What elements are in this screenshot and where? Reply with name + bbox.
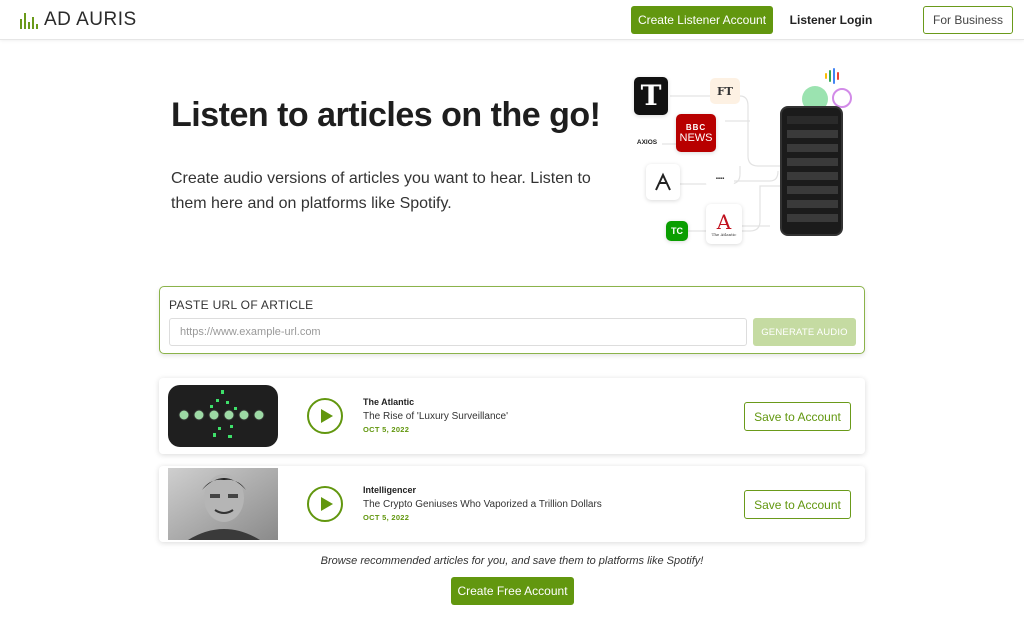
- save-to-account-button[interactable]: Save to Account: [744, 402, 851, 431]
- apple-podcasts-icon: [832, 88, 852, 108]
- url-input[interactable]: https://www.example-url.com: [169, 318, 747, 346]
- publisher-logo: ▪▪▪▪: [706, 170, 734, 188]
- article-thumbnail: [168, 468, 278, 540]
- brand-name: AD AURIS: [44, 9, 137, 30]
- nyt-logo: T: [634, 77, 668, 115]
- publishers-illustration: T FT BBC NEWS AXIOS ▪▪▪▪ TC A The Atlant…: [630, 66, 860, 256]
- create-listener-account-button[interactable]: Create Listener Account: [631, 6, 773, 34]
- generate-audio-button[interactable]: GENERATE AUDIO: [753, 318, 856, 346]
- url-label: PASTE URL OF ARTICLE: [169, 298, 314, 312]
- article-card: The Atlantic The Rise of 'Luxury Surveil…: [159, 378, 865, 454]
- new-yorker-logo: [646, 164, 680, 200]
- techcrunch-logo: TC: [666, 221, 688, 241]
- play-button[interactable]: [307, 398, 343, 434]
- sound-bars-icon: [20, 11, 38, 29]
- play-icon: [320, 409, 333, 423]
- article-card: Intelligencer The Crypto Geniuses Who Va…: [159, 466, 865, 542]
- listener-login-link[interactable]: Listener Login: [783, 6, 879, 34]
- top-nav: AD AURIS Create Listener Account Listene…: [0, 0, 1024, 40]
- article-date: OCT 5, 2022: [363, 425, 410, 434]
- axios-logo: AXIOS: [632, 134, 662, 150]
- article-thumbnail: [168, 385, 278, 447]
- phone-mockup: [780, 106, 843, 236]
- article-title[interactable]: The Crypto Geniuses Who Vaporized a Tril…: [363, 499, 602, 510]
- hero-subtitle: Create audio versions of articles you wa…: [171, 170, 591, 212]
- page-title: Listen to articles on the go!: [171, 96, 601, 134]
- bbc-news-logo: BBC NEWS: [676, 114, 716, 152]
- atlantic-logo: A The Atlantic: [706, 204, 742, 244]
- brand-logo[interactable]: AD AURIS: [20, 8, 137, 32]
- url-form: PASTE URL OF ARTICLE https://www.example…: [159, 286, 865, 354]
- ft-logo: FT: [710, 78, 740, 104]
- article-publication: Intelligencer: [363, 485, 417, 495]
- google-podcasts-icon: [823, 68, 841, 84]
- play-button[interactable]: [307, 486, 343, 522]
- browse-caption: Browse recommended articles for you, and…: [320, 555, 704, 567]
- article-publication: The Atlantic: [363, 397, 415, 407]
- article-title[interactable]: The Rise of 'Luxury Surveillance': [363, 411, 508, 422]
- play-icon: [320, 497, 333, 511]
- save-to-account-button[interactable]: Save to Account: [744, 490, 851, 519]
- for-business-button[interactable]: For Business: [923, 6, 1013, 34]
- create-free-account-button[interactable]: Create Free Account: [451, 577, 574, 605]
- article-date: OCT 5, 2022: [363, 513, 410, 522]
